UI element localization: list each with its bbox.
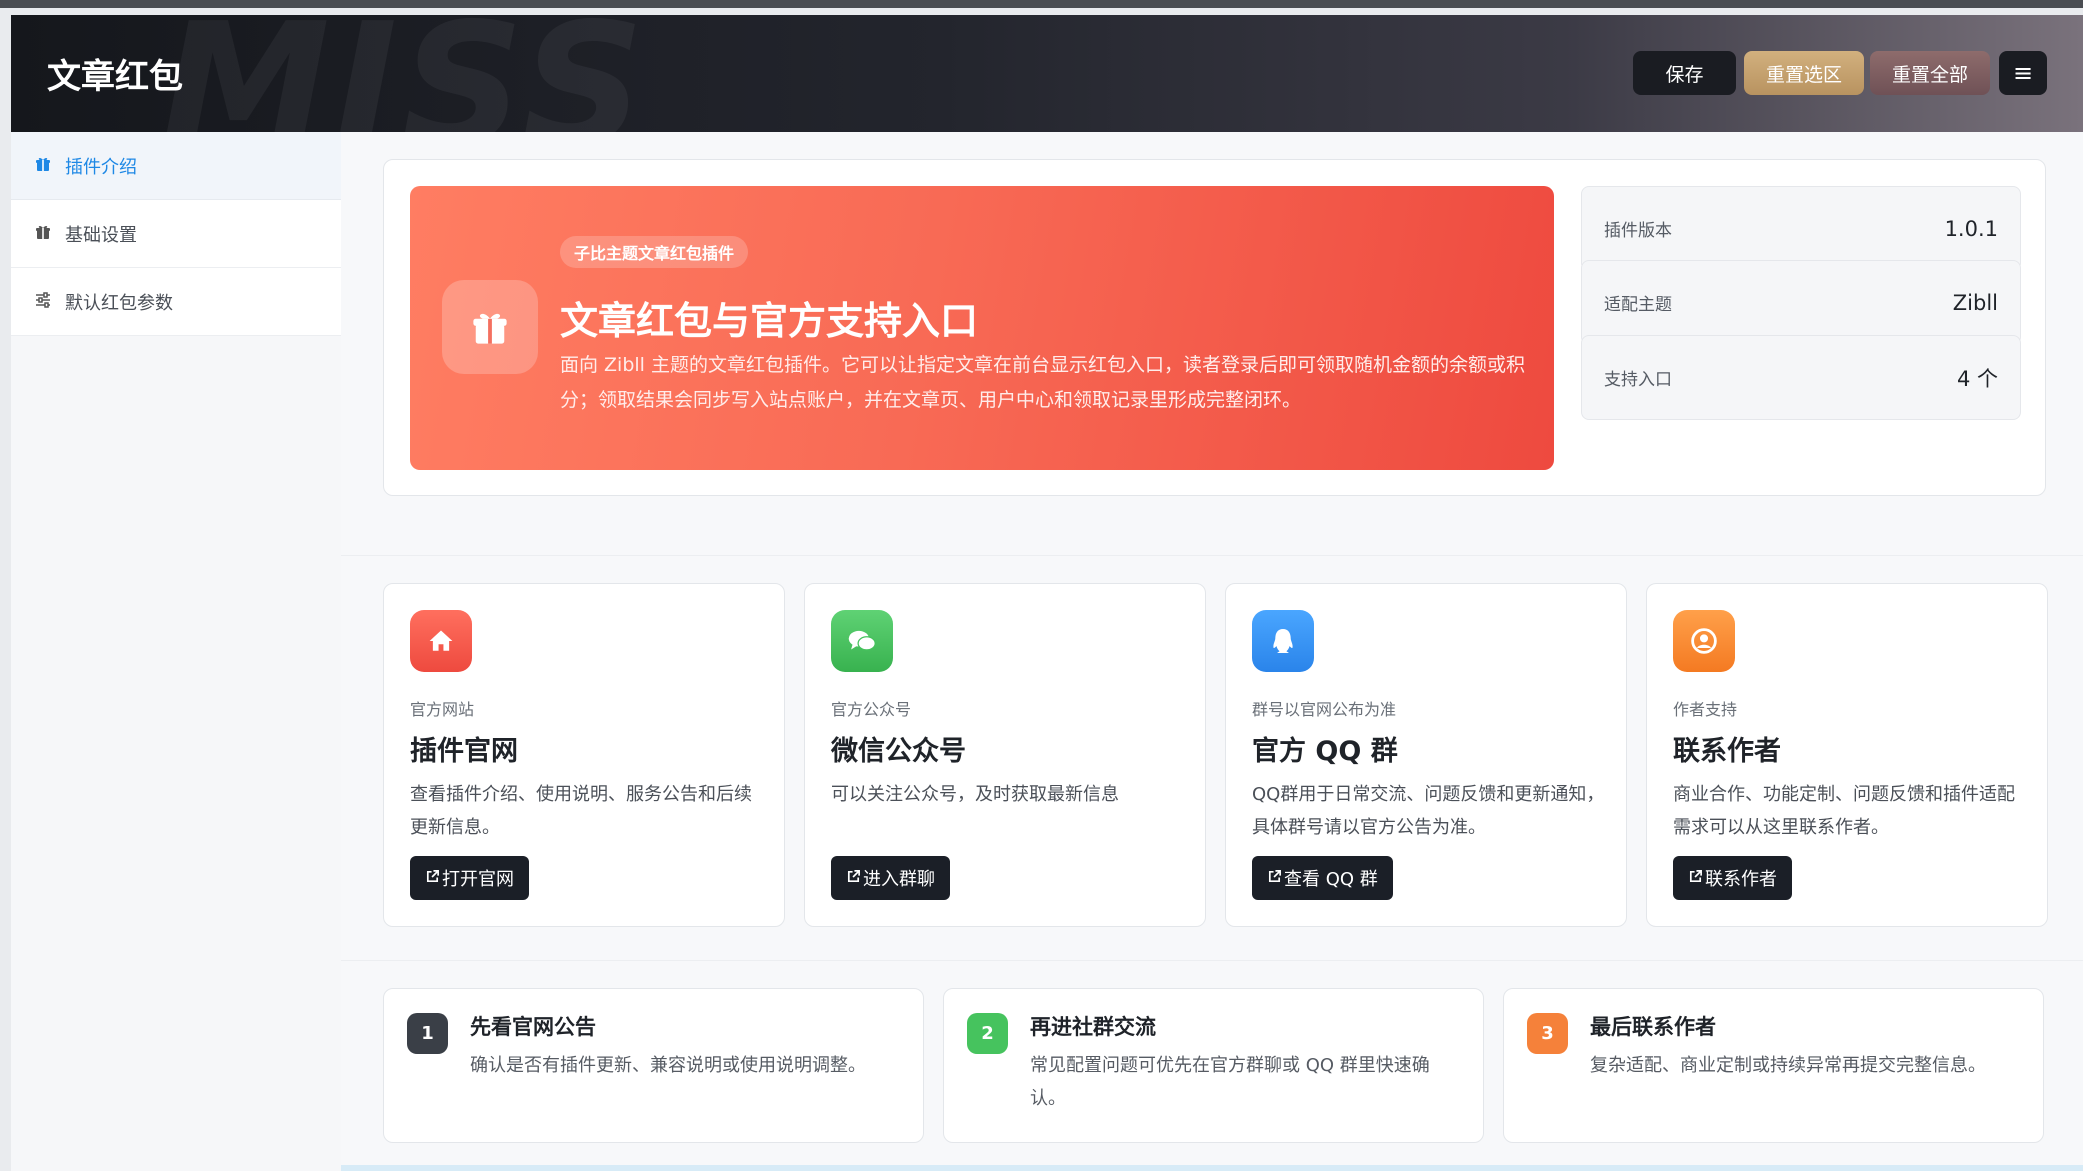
step-title: 再进社群交流 [1030,1015,1156,1039]
step-description: 复杂适配、商业定制或持续异常再提交完整信息。 [1590,1055,1986,1076]
link-card-author: 作者支持 联系作者 商业合作、功能定制、问题反馈和插件适配需求可以从这里联系作者… [1646,583,2048,927]
sliders-icon [33,291,53,312]
user-icon [1673,610,1735,672]
hero-badge: 子比主题文章红包插件 [560,236,749,268]
external-link-icon [1688,869,1703,888]
stat-label: 插件版本 [1604,221,1672,241]
settings-frame: MISS 文章红包 保存 重置选区 重置全部 ≡ 插件介绍 基础设置 默认红包参… [11,15,2083,1171]
link-title: 微信公众号 [831,736,966,767]
link-title: 联系作者 [1673,736,1781,767]
save-button[interactable]: 保存 [1633,51,1736,95]
stat-theme: 适配主题 Zibll [1581,260,2021,345]
main-content: 子比主题文章红包插件 文章红包与官方支持入口 面向 Zibll 主题的文章红包插… [341,132,2083,1171]
sidebar-item-label: 默认红包参数 [65,292,173,314]
bottom-accent-strip [341,1165,2083,1171]
button-label: 进入群聊 [863,869,935,890]
chat-icon [831,610,893,672]
link-description: QQ群用于日常交流、问题反馈和更新通知，具体群号请以官方公告为准。 [1252,784,1605,838]
gift-icon [33,156,53,176]
step-description: 常见配置问题可优先在官方群聊或 QQ 群里快速确认。 [1030,1055,1430,1109]
sidebar-item-default-params[interactable]: 默认红包参数 [11,268,341,336]
hero-title: 文章红包与官方支持入口 [560,299,979,343]
stat-value: 4 个 [1956,366,1998,391]
links-section: 官方网站 插件官网 查看插件介绍、使用说明、服务公告和后续更新信息。 打开官网 … [341,557,2083,961]
hero-banner: 子比主题文章红包插件 文章红包与官方支持入口 面向 Zibll 主题的文章红包插… [410,186,1554,470]
view-qq-group-button[interactable]: 查看 QQ 群 [1252,856,1393,900]
step-number: 3 [1527,1013,1568,1054]
intro-card: 子比主题文章红包插件 文章红包与官方支持入口 面向 Zibll 主题的文章红包插… [383,159,2046,496]
link-card-qq-group: 群号以官网公布为准 官方 QQ 群 QQ群用于日常交流、问题反馈和更新通知，具体… [1225,583,1627,927]
link-description: 查看插件介绍、使用说明、服务公告和后续更新信息。 [410,784,752,838]
hamburger-icon: ≡ [2012,59,2034,87]
link-subtitle: 群号以官网公布为准 [1252,700,1397,719]
step-title: 最后联系作者 [1590,1015,1716,1039]
link-subtitle: 官方公众号 [831,700,912,719]
gift-icon [442,280,538,374]
step-number: 2 [967,1013,1008,1054]
reset-selection-button[interactable]: 重置选区 [1744,51,1864,95]
header-bar: MISS 文章红包 保存 重置选区 重置全部 ≡ [11,15,2083,132]
link-card-website: 官方网站 插件官网 查看插件介绍、使用说明、服务公告和后续更新信息。 打开官网 [383,583,785,927]
link-subtitle: 官方网站 [410,700,475,719]
header-watermark: MISS [161,15,649,132]
step-card-3: 3 最后联系作者 复杂适配、商业定制或持续异常再提交完整信息。 [1503,988,2044,1143]
button-label: 打开官网 [442,869,514,890]
step-description: 确认是否有插件更新、兼容说明或使用说明调整。 [470,1055,866,1076]
contact-author-button[interactable]: 联系作者 [1673,856,1792,900]
link-description: 商业合作、功能定制、问题反馈和插件适配需求可以从这里联系作者。 [1673,784,2015,838]
hero-description: 面向 Zibll 主题的文章红包插件。它可以让指定文章在前台显示红包入口，读者登… [560,354,1525,411]
stat-plugin-version: 插件版本 1.0.1 [1581,186,2021,271]
stat-label: 适配主题 [1604,295,1672,315]
link-title: 官方 QQ 群 [1252,736,1398,767]
link-card-wechat: 官方公众号 微信公众号 可以关注公众号，及时获取最新信息 进入群聊 [804,583,1206,927]
window-top-strip [0,0,2083,8]
step-card-1: 1 先看官网公告 确认是否有插件更新、兼容说明或使用说明调整。 [383,988,924,1143]
sidebar-item-basic-settings[interactable]: 基础设置 [11,200,341,268]
external-link-icon [1267,869,1282,888]
stat-value: 1.0.1 [1944,216,1998,241]
sidebar-item-label: 插件介绍 [65,156,137,178]
sidebar: 插件介绍 基础设置 默认红包参数 [11,132,341,1171]
qq-icon [1252,610,1314,672]
link-title: 插件官网 [410,736,518,767]
step-card-2: 2 再进社群交流 常见配置问题可优先在官方群聊或 QQ 群里快速确认。 [943,988,1484,1143]
gift-icon [33,224,53,244]
stat-label: 支持入口 [1604,370,1672,390]
open-website-button[interactable]: 打开官网 [410,856,529,900]
sidebar-item-label: 基础设置 [65,224,137,246]
menu-button[interactable]: ≡ [1999,51,2047,95]
button-label: 查看 QQ 群 [1284,869,1378,890]
home-icon [410,610,472,672]
steps-section: 1 先看官网公告 确认是否有插件更新、兼容说明或使用说明调整。 2 再进社群交流… [341,962,2083,1171]
stat-entries: 支持入口 4 个 [1581,335,2021,420]
external-link-icon [846,869,861,888]
button-label: 联系作者 [1705,869,1777,890]
link-subtitle: 作者支持 [1673,700,1738,719]
link-description: 可以关注公众号，及时获取最新信息 [831,784,1119,805]
reset-all-button[interactable]: 重置全部 [1870,51,1990,95]
external-link-icon [425,869,440,888]
step-title: 先看官网公告 [470,1015,596,1039]
intro-section: 子比主题文章红包插件 文章红包与官方支持入口 面向 Zibll 主题的文章红包插… [341,132,2083,556]
stat-value: Zibll [1952,290,1998,315]
join-group-chat-button[interactable]: 进入群聊 [831,856,950,900]
step-number: 1 [407,1013,448,1054]
page-title: 文章红包 [47,57,183,97]
sidebar-item-intro[interactable]: 插件介绍 [11,132,341,200]
